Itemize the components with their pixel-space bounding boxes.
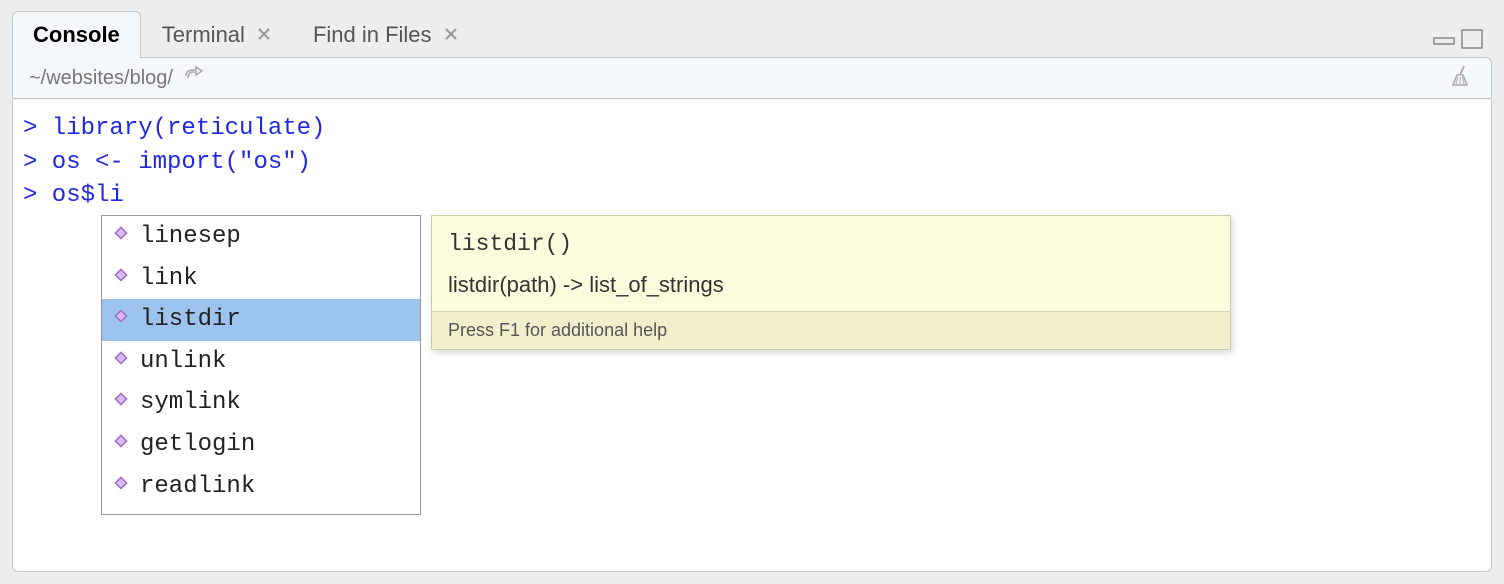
code-line: > library(reticulate): [23, 112, 1481, 146]
clear-console-icon[interactable]: [1449, 63, 1475, 94]
autocomplete-label: link: [140, 262, 198, 296]
tab-label: Terminal: [162, 22, 245, 48]
autocomplete-label: readlink: [140, 470, 255, 504]
autocomplete-label: listdir: [140, 303, 241, 337]
console-panel: Console Terminal Find in Files ~/website…: [0, 0, 1504, 584]
tab-label: Console: [33, 22, 120, 48]
working-directory-label: ~/websites/blog/: [29, 67, 173, 90]
autocomplete-item[interactable]: unlink: [102, 341, 420, 383]
code-line: > os <- import("os"): [23, 146, 1481, 180]
tab-bar: Console Terminal Find in Files: [0, 0, 1504, 58]
autocomplete-label: getlogin: [140, 428, 255, 462]
autocomplete-item[interactable]: link: [102, 258, 420, 300]
autocomplete-popup: linesep link listdir unlink symlink: [101, 215, 1231, 515]
autocomplete-item[interactable]: getlogin: [102, 424, 420, 466]
diamond-icon: [112, 303, 130, 337]
tooltip-description: listdir(path) -> list_of_strings: [448, 270, 1214, 301]
working-directory[interactable]: ~/websites/blog/: [29, 66, 203, 90]
maximize-button[interactable]: [1460, 28, 1484, 50]
tooltip-body: listdir() listdir(path) -> list_of_strin…: [432, 216, 1230, 311]
tab-find-in-files[interactable]: Find in Files: [292, 11, 479, 58]
window-controls: [1432, 28, 1484, 50]
tooltip-signature: listdir(): [448, 228, 1214, 260]
share-arrow-icon[interactable]: [183, 66, 203, 90]
close-icon[interactable]: [257, 25, 271, 46]
console-output[interactable]: > library(reticulate) > os <- import("os…: [12, 100, 1492, 572]
tooltip-footer: Press F1 for additional help: [432, 311, 1230, 349]
autocomplete-label: symlink: [140, 386, 241, 420]
code-line: > os$li: [23, 179, 1481, 213]
close-icon[interactable]: [444, 25, 458, 46]
autocomplete-item[interactable]: readlink: [102, 466, 420, 508]
tab-console[interactable]: Console: [12, 11, 141, 58]
diamond-icon: [112, 428, 130, 462]
diamond-icon: [112, 220, 130, 254]
diamond-icon: [112, 262, 130, 296]
minimize-button[interactable]: [1432, 28, 1456, 50]
diamond-icon: [112, 470, 130, 504]
console-toolbar: ~/websites/blog/: [12, 57, 1492, 99]
diamond-icon: [112, 345, 130, 379]
diamond-icon: [112, 386, 130, 420]
tab-terminal[interactable]: Terminal: [141, 11, 292, 58]
autocomplete-item[interactable]: linesep: [102, 216, 420, 258]
autocomplete-label: linesep: [140, 220, 241, 254]
autocomplete-item[interactable]: symlink: [102, 382, 420, 424]
autocomplete-tooltip: listdir() listdir(path) -> list_of_strin…: [431, 215, 1231, 350]
autocomplete-list[interactable]: linesep link listdir unlink symlink: [101, 215, 421, 515]
autocomplete-label: unlink: [140, 345, 226, 379]
autocomplete-item-selected[interactable]: listdir: [102, 299, 420, 341]
tab-label: Find in Files: [313, 22, 432, 48]
